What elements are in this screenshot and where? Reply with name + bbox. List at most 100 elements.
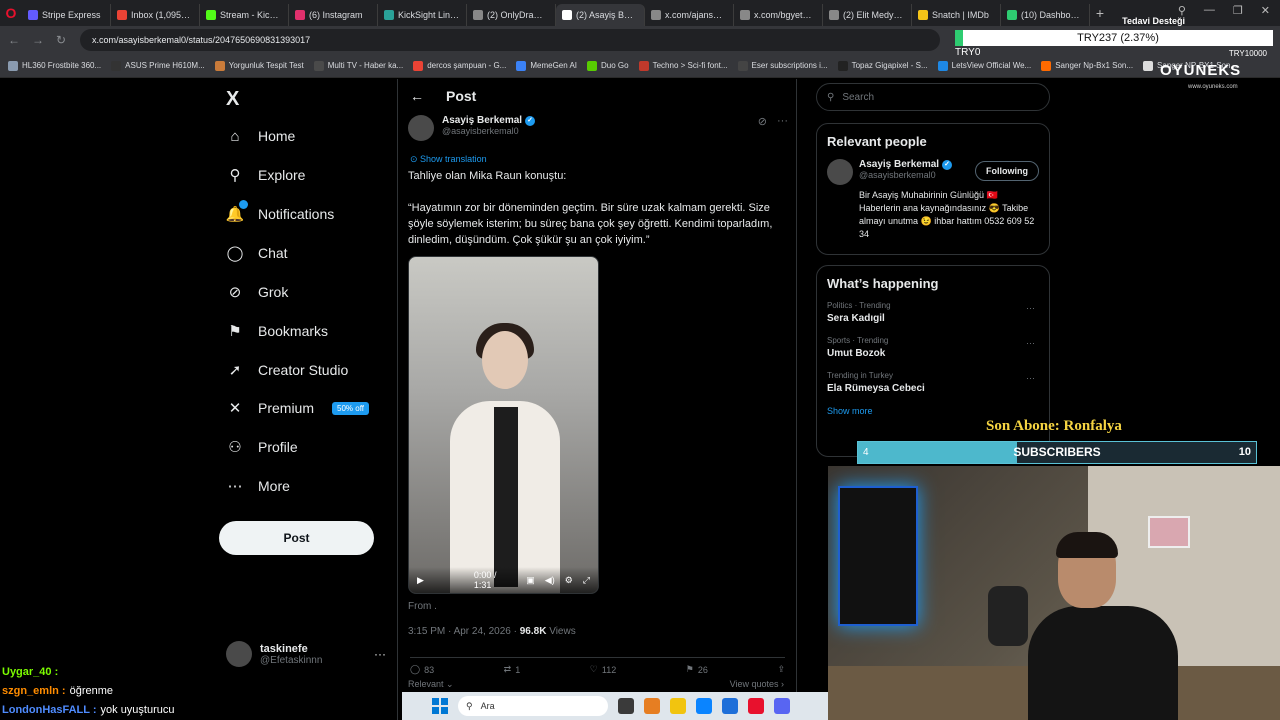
bookmark-item[interactable]: Yorgunluk Tespit Test	[214, 60, 304, 71]
sponsor-url: www.oyuneks.com	[1188, 84, 1238, 90]
opera-icon[interactable]	[748, 698, 764, 714]
nav-item-creator-studio[interactable]: ➚ Creator Studio	[226, 361, 349, 379]
play-icon[interactable]: ▶	[417, 575, 424, 586]
minimize-button[interactable]: —	[1204, 4, 1215, 17]
forward-icon[interactable]: →	[32, 33, 44, 47]
post-button[interactable]: Post	[219, 521, 374, 555]
copilot-icon[interactable]	[644, 698, 660, 714]
more-icon[interactable]: ···	[374, 647, 386, 661]
tab-favicon-icon	[1007, 10, 1017, 20]
url-input[interactable]: x.com/asayisberkemal0/status/20476506908…	[80, 29, 940, 51]
relevant-person[interactable]: Asayiş Berkemal ✓ @asayisberkemal0 Follo…	[827, 159, 1039, 185]
like-button[interactable]: ♡ 112	[590, 664, 616, 675]
reply-sort-dropdown[interactable]: Relevant ⌄	[408, 679, 454, 690]
bookmark-favicon-icon	[516, 60, 527, 71]
post-time[interactable]: 3:15 PM · Apr 24, 2026 ·	[408, 626, 517, 637]
bookmark-favicon-icon	[111, 60, 122, 71]
following-button[interactable]: Following	[975, 161, 1039, 181]
nav-item-chat[interactable]: ◯ Chat	[226, 244, 288, 262]
nav-item-notifications[interactable]: 🔔 Notifications	[226, 200, 334, 223]
nav-item-premium[interactable]: ✕ Premium 50% off	[226, 399, 369, 417]
trend-item[interactable]: Politics · Trending Sera Kadıgil ···	[827, 301, 1039, 324]
browser-tab[interactable]: (2) OnlyDrama on X	[467, 4, 556, 26]
more-icon[interactable]: ···	[777, 115, 788, 128]
show-more-link[interactable]: Show more	[827, 406, 1039, 416]
x-logo-icon[interactable]: X	[226, 88, 239, 111]
close-window-button[interactable]: ✕	[1261, 4, 1270, 17]
bookmark-item[interactable]: Duo Go	[587, 60, 629, 71]
nav-item-label: Creator Studio	[258, 362, 349, 378]
tab-favicon-icon	[206, 10, 216, 20]
avatar[interactable]	[408, 115, 434, 141]
bookmark-item[interactable]: Sanger Np-Bx1 Son...	[1041, 60, 1133, 71]
task-view-icon[interactable]	[618, 698, 634, 714]
browser-tab[interactable]: (10) Dashboard	[1001, 4, 1090, 26]
browser-tab[interactable]: Stream - Kick Dashb	[200, 4, 289, 26]
trend-item[interactable]: Trending in Turkey Ela Rümeysa Cebeci ···	[827, 371, 1039, 394]
nav-item-grok[interactable]: ⊘ Grok	[226, 283, 289, 301]
store-icon[interactable]	[722, 698, 738, 714]
repost-button[interactable]: ⇄ 1	[504, 664, 521, 675]
new-tab-button[interactable]: +	[1090, 5, 1110, 21]
captions-icon[interactable]: ▣	[526, 575, 535, 586]
trend-category: Politics · Trending	[827, 301, 891, 310]
reply-button[interactable]: ◯ 83	[410, 664, 434, 675]
author-name-row[interactable]: Asayiş Berkemal ✓	[442, 115, 536, 126]
bookmark-item[interactable]: Multi TV - Haber ka...	[313, 60, 403, 71]
subscriber-goal-bar: SUBSCRIBERS 4 10	[857, 441, 1257, 464]
opera-logo-icon[interactable]: O	[0, 0, 22, 26]
bookmark-item[interactable]: MemeGen AI	[516, 60, 577, 71]
browser-tab[interactable]: (2) Elit Medya on X	[823, 4, 912, 26]
browser-tab[interactable]: Snatch | IMDb	[912, 4, 1001, 26]
chat-icon: ◯	[226, 245, 244, 262]
taskbar-search[interactable]: ⚲ Ara	[458, 696, 608, 716]
bookmark-item[interactable]: ASUS Prime H610M...	[111, 60, 205, 71]
browser-tab[interactable]: x.com/ajansmuhbir	[645, 4, 734, 26]
bookmark-item[interactable]: LetsView Official We...	[937, 60, 1031, 71]
back-icon[interactable]: ←	[8, 33, 20, 47]
windows-start-icon[interactable]	[432, 698, 448, 714]
bookmark-item[interactable]: Eser subscriptions i...	[737, 60, 828, 71]
browser-tab[interactable]: Stripe Express	[22, 4, 111, 26]
more-icon[interactable]: ···	[1026, 373, 1035, 383]
trend-item[interactable]: Sports · Trending Umut Bozok ···	[827, 336, 1039, 359]
back-arrow-icon[interactable]: ←	[410, 88, 424, 104]
browser-tab[interactable]: (2) Asayiş Berkemal on X	[556, 4, 645, 26]
bookmark-item[interactable]: Techno > Sci-fi font...	[638, 60, 728, 71]
browser-tab[interactable]: x.com/bgyethers/st	[734, 4, 823, 26]
heart-icon: ♡	[589, 664, 598, 674]
post-column: ← Post Asayiş Berkemal ✓ @asayisberkemal…	[397, 79, 1023, 720]
browser-tab[interactable]: KickSight Link Dete	[378, 4, 467, 26]
share-button[interactable]: ⇪	[777, 664, 785, 675]
show-translation-link[interactable]: ⊙ Show translation	[410, 154, 487, 165]
maximize-button[interactable]: ❐	[1233, 4, 1243, 17]
settings-icon[interactable]: ⚙	[565, 575, 573, 586]
bookmark-item[interactable]: HL360 Frostbite 360...	[8, 60, 101, 71]
nav-item-explore[interactable]: ⚲ Explore	[226, 166, 306, 184]
volume-icon[interactable]: ◀)	[545, 575, 555, 586]
nav-item-home[interactable]: ⌂ Home	[226, 127, 295, 145]
more-icon[interactable]: ···	[1026, 338, 1035, 348]
view-quotes-link[interactable]: View quotes ›	[730, 679, 784, 689]
more-icon[interactable]: ···	[1026, 303, 1035, 313]
nav-item-profile[interactable]: ⚇ Profile	[226, 438, 297, 456]
browser-tab[interactable]: (6) Instagram	[289, 4, 378, 26]
video-player[interactable]: ▶ 0:00 / 1:31 ▣ ◀) ⚙ ⤢	[408, 256, 599, 594]
bookmark-button[interactable]: ⚑ 26	[686, 664, 708, 675]
browser-tab[interactable]: Inbox (1,095) - kick	[111, 4, 200, 26]
reload-icon[interactable]: ↻	[56, 33, 68, 47]
bookmark-item[interactable]: Topaz Gigapixel - S...	[837, 60, 928, 71]
search-input[interactable]: ⚲ Search	[816, 83, 1050, 111]
post-actions: ◯ 83 ⇄ 1 ♡ 112 ⚑ 26 ⇪	[410, 657, 785, 675]
nav-item-bookmarks[interactable]: ⚑ Bookmarks	[226, 322, 328, 340]
edge-icon[interactable]	[696, 698, 712, 714]
nav-item-more[interactable]: ⋯ More	[226, 477, 290, 495]
tab-label: (2) Asayiş Berkemal on X	[576, 10, 638, 20]
grok-icon[interactable]: ⊘	[758, 115, 767, 128]
fullscreen-icon[interactable]: ⤢	[583, 575, 590, 586]
bookmark-item[interactable]: dercos şampuan - G...	[413, 60, 506, 71]
bookmark-favicon-icon	[1143, 60, 1154, 71]
file-explorer-icon[interactable]	[670, 698, 686, 714]
post-header: ← Post	[410, 88, 476, 104]
discord-icon[interactable]	[774, 698, 790, 714]
